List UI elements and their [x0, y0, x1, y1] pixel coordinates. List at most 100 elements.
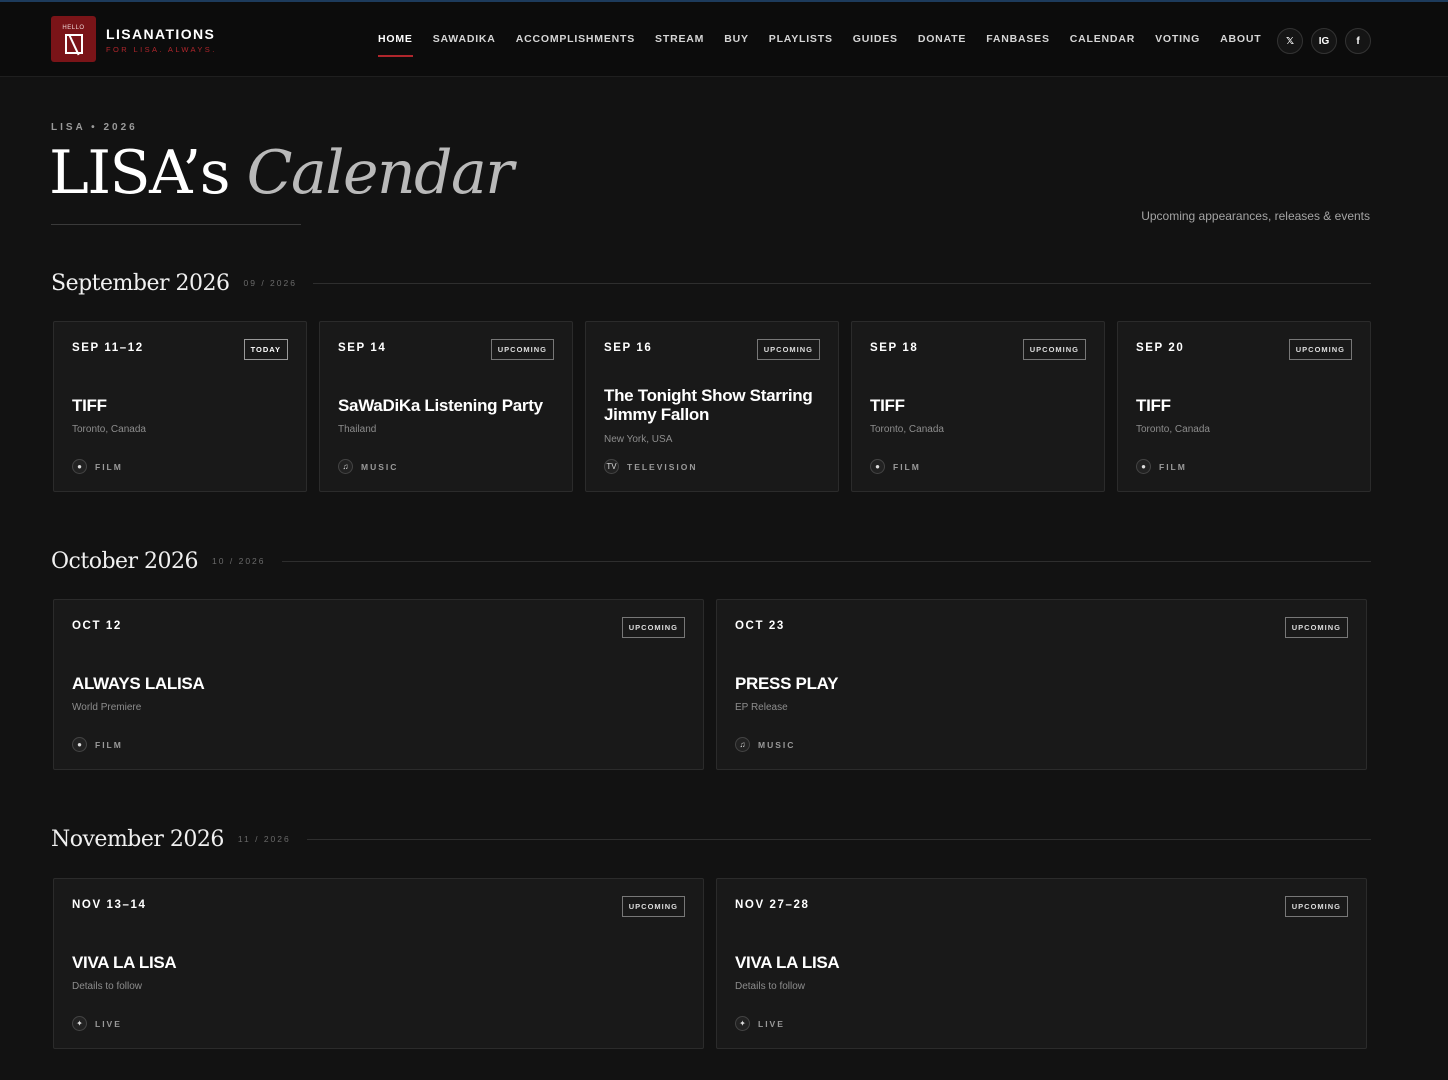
event-title: TIFF — [870, 396, 905, 415]
status-badge: UPCOMING — [1288, 339, 1352, 360]
sparkle-icon: ✦ — [735, 1016, 750, 1031]
event-category: ✦ LIVE — [72, 1016, 122, 1031]
event-card[interactable]: OCT 23 UPCOMING PRESS PLAY EP Release ♫ MUSIC — [716, 599, 1367, 770]
status-badge: UPCOMING — [1284, 617, 1348, 638]
month-name: September 2026 — [51, 270, 230, 296]
title-divider — [51, 224, 301, 225]
event-category-label: FILM — [95, 739, 123, 750]
status-badge: UPCOMING — [756, 339, 820, 360]
film-icon: ● — [1136, 459, 1151, 474]
event-category: ● FILM — [72, 459, 123, 474]
event-category: ● FILM — [72, 737, 123, 752]
event-date: SEP 16 — [604, 342, 653, 354]
event-date: SEP 14 — [338, 342, 387, 354]
status-badge: UPCOMING — [621, 617, 685, 638]
sparkle-icon: ✦ — [72, 1016, 87, 1031]
event-title: VIVA LA LISA — [72, 953, 177, 972]
tv-icon: TV — [604, 459, 619, 474]
main-nav: HOME SAWADIKA ACCOMPLISHMENTS STREAM BUY PLAY… — [368, 33, 1272, 57]
nav-about[interactable]: ABOUT — [1210, 33, 1271, 57]
logo[interactable]: HELLO — [51, 16, 96, 62]
event-card[interactable]: SEP 18 UPCOMING TIFF Toronto, Canada ● FILM — [851, 321, 1105, 492]
brand-name: LISANATIONS — [106, 26, 216, 42]
event-date: SEP 11–12 — [72, 342, 144, 354]
status-badge: UPCOMING — [621, 896, 685, 917]
status-badge: UPCOMING — [1284, 896, 1348, 917]
event-card[interactable]: SEP 14 UPCOMING SaWaDiKa Listening Party Th… — [319, 321, 573, 492]
event-title: ALWAYS LALISA — [72, 674, 205, 693]
event-date: SEP 18 — [870, 342, 919, 354]
nav-playlists[interactable]: PLAYLISTS — [759, 33, 843, 57]
event-date: OCT 23 — [735, 620, 785, 632]
month-number: 09 / 2026 — [243, 278, 297, 288]
event-card[interactable]: SEP 16 UPCOMING The Tonight Show Starring … — [585, 321, 839, 492]
event-card[interactable]: SEP 20 UPCOMING TIFF Toronto, Canada ● FILM — [1117, 321, 1371, 492]
event-grid: NOV 13–14 UPCOMING VIVA LA LISA Details to … — [53, 878, 1367, 1049]
event-grid: SEP 11–12 TODAY TIFF Toronto, Canada ● FILM SE… — [53, 321, 1371, 492]
event-card[interactable]: NOV 13–14 UPCOMING VIVA LA LISA Details to … — [53, 878, 704, 1049]
film-icon: ● — [870, 459, 885, 474]
x-icon[interactable]: 𝕏 — [1277, 28, 1303, 54]
nav-sawadika[interactable]: SAWADIKA — [423, 33, 506, 57]
logo-text: HELLO — [62, 24, 85, 31]
page-title-main: LISA’s — [49, 138, 231, 208]
nav-accomplishments[interactable]: ACCOMPLISHMENTS — [506, 33, 645, 57]
month-number: 10 / 2026 — [212, 556, 266, 566]
month-number: 11 / 2026 — [237, 834, 291, 844]
month-divider — [312, 282, 1371, 284]
nav-home[interactable]: HOME — [368, 33, 423, 57]
nav-calendar[interactable]: CALENDAR — [1060, 33, 1145, 57]
nav-buy[interactable]: BUY — [714, 33, 759, 57]
status-badge: UPCOMING — [490, 339, 554, 360]
event-category: ✦ LIVE — [735, 1016, 785, 1031]
status-badge: TODAY — [243, 339, 288, 360]
month-header: November 2026 11 / 2026 — [51, 824, 1371, 854]
status-badge: UPCOMING — [1022, 339, 1086, 360]
event-location: EP Release — [735, 702, 788, 713]
event-card[interactable]: NOV 27–28 UPCOMING VIVA LA LISA Details to … — [716, 878, 1367, 1049]
event-card[interactable]: SEP 11–12 TODAY TIFF Toronto, Canada ● FILM — [53, 321, 307, 492]
event-category-label: MUSIC — [758, 739, 796, 750]
nav-voting[interactable]: VOTING — [1145, 33, 1210, 57]
event-location: Toronto, Canada — [1136, 424, 1210, 435]
event-card[interactable]: OCT 12 UPCOMING ALWAYS LALISA World Premier… — [53, 599, 704, 770]
music-icon: ♫ — [338, 459, 353, 474]
instagram-icon[interactable]: IG — [1311, 28, 1337, 54]
event-date: SEP 20 — [1136, 342, 1185, 354]
event-location: Toronto, Canada — [870, 424, 944, 435]
event-category: ● FILM — [1136, 459, 1187, 474]
event-title: VIVA LA LISA — [735, 953, 840, 972]
hero-eyebrow: LISA • 2026 — [51, 122, 138, 133]
facebook-icon[interactable]: f — [1345, 28, 1371, 54]
page-title: LISA’s Calendar — [49, 138, 514, 208]
month-divider — [306, 838, 1371, 840]
hero-subtitle: Upcoming appearances, releases & events — [1141, 209, 1370, 223]
nav-fanbases[interactable]: FANBASES — [976, 33, 1060, 57]
event-location: Toronto, Canada — [72, 424, 146, 435]
film-icon: ● — [72, 459, 87, 474]
nav-donate[interactable]: DONATE — [908, 33, 976, 57]
event-category: ♫ MUSIC — [338, 459, 398, 474]
event-title: TIFF — [1136, 396, 1171, 415]
film-icon: ● — [72, 737, 87, 752]
music-icon: ♫ — [735, 737, 750, 752]
event-category-label: FILM — [95, 461, 123, 472]
event-grid: OCT 12 UPCOMING ALWAYS LALISA World Premier… — [53, 599, 1367, 770]
logo-mark-icon — [64, 33, 83, 54]
event-category-label: MUSIC — [361, 461, 399, 472]
event-category: TV TELEVISION — [604, 459, 698, 474]
brand[interactable]: LISANATIONS FOR LISA. ALWAYS. — [106, 26, 217, 54]
event-location: New York, USA — [604, 434, 673, 445]
event-date: OCT 12 — [72, 620, 122, 632]
event-date: NOV 27–28 — [735, 899, 810, 911]
event-title: SaWaDiKa Listening Party — [338, 396, 543, 415]
event-category-label: TELEVISION — [627, 461, 698, 472]
nav-stream[interactable]: STREAM — [645, 33, 714, 57]
event-date: NOV 13–14 — [72, 899, 147, 911]
month-header: October 2026 10 / 2026 — [51, 546, 1371, 576]
nav-guides[interactable]: GUIDES — [843, 33, 908, 57]
page-title-italic: Calendar — [246, 138, 514, 208]
month-name: October 2026 — [51, 548, 199, 574]
event-location: Details to follow — [735, 981, 806, 992]
event-category: ● FILM — [870, 459, 921, 474]
